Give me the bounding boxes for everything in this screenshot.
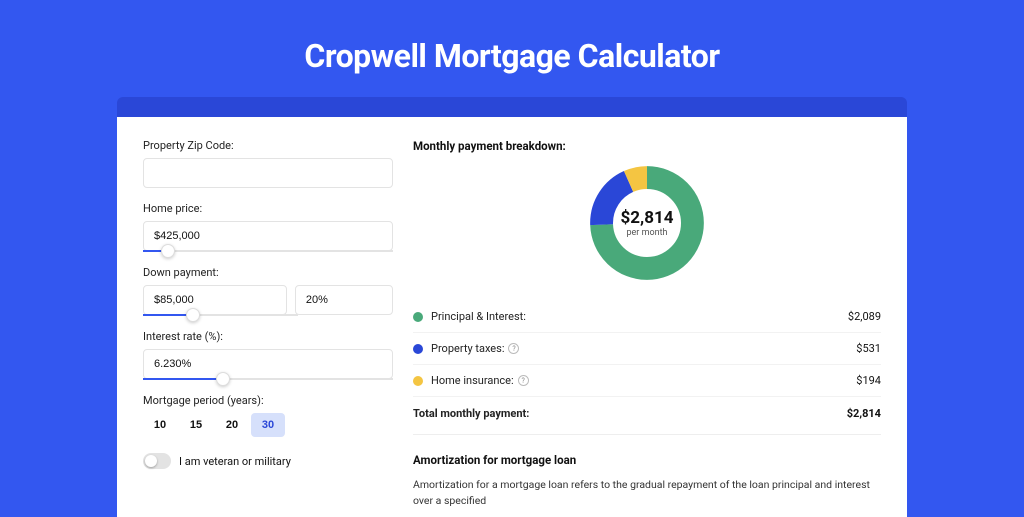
card-top-accent [117,97,907,117]
home-price-slider[interactable] [143,250,393,252]
interest-rate-label: Interest rate (%): [143,330,393,343]
interest-rate-slider[interactable] [143,378,393,380]
down-payment-percent-input[interactable] [295,285,393,315]
legend-dot-insurance [413,376,423,386]
amortization-section: Amortization for mortgage loan Amortizat… [413,453,881,509]
inputs-column: Property Zip Code: Home price: Down paym… [143,139,393,517]
zip-label: Property Zip Code: [143,139,393,152]
legend-value-principal: $2,089 [848,310,881,323]
down-payment-field: Down payment: [143,266,393,316]
interest-rate-slider-fill [143,378,223,380]
donut-sub: per month [626,228,667,238]
breakdown-title: Monthly payment breakdown: [413,139,881,153]
zip-input[interactable] [143,158,393,188]
veteran-toggle-knob [145,455,157,467]
down-payment-amount-input[interactable] [143,285,287,315]
period-label: Mortgage period (years): [143,394,393,407]
legend-value-taxes: $531 [856,342,881,355]
down-payment-slider-thumb[interactable] [186,308,200,322]
period-btn-30[interactable]: 30 [251,413,285,437]
amortization-title: Amortization for mortgage loan [413,453,881,467]
legend-row-principal: Principal & Interest: $2,089 [413,301,881,333]
period-btn-15[interactable]: 15 [179,413,213,437]
veteran-row: I am veteran or military [143,453,393,469]
amortization-text: Amortization for a mortgage loan refers … [413,477,881,509]
period-buttons: 10 15 20 30 [143,413,393,437]
zip-field: Property Zip Code: [143,139,393,188]
total-row: Total monthly payment: $2,814 [413,397,881,435]
donut-amount: $2,814 [621,208,674,228]
legend-label-insurance: Home insurance: ? [431,374,856,387]
period-field: Mortgage period (years): 10 15 20 30 [143,394,393,437]
donut-chart: $2,814 per month [587,163,707,283]
page-title: Cropwell Mortgage Calculator [0,0,1024,97]
down-payment-slider[interactable] [143,314,298,316]
total-label: Total monthly payment: [413,407,847,420]
home-price-label: Home price: [143,202,393,215]
interest-rate-input[interactable] [143,349,393,379]
veteran-toggle[interactable] [143,453,171,469]
legend-row-taxes: Property taxes: ? $531 [413,333,881,365]
donut-center: $2,814 per month [587,163,707,283]
home-price-field: Home price: [143,202,393,252]
legend-label-principal: Principal & Interest: [431,310,848,323]
down-payment-label: Down payment: [143,266,393,279]
legend-dot-principal [413,312,423,322]
calculator-card: Property Zip Code: Home price: Down paym… [117,117,907,517]
legend-label-taxes-text: Property taxes: [431,342,504,355]
period-btn-10[interactable]: 10 [143,413,177,437]
legend-dot-taxes [413,344,423,354]
interest-rate-field: Interest rate (%): [143,330,393,380]
info-icon[interactable]: ? [518,375,529,386]
legend-value-insurance: $194 [856,374,881,387]
home-price-slider-thumb[interactable] [161,244,175,258]
breakdown-column: Monthly payment breakdown: $2,814 per mo… [393,139,881,517]
legend-row-insurance: Home insurance: ? $194 [413,365,881,397]
period-btn-20[interactable]: 20 [215,413,249,437]
info-icon[interactable]: ? [508,343,519,354]
total-value: $2,814 [847,407,881,420]
veteran-label: I am veteran or military [179,455,291,468]
legend-label-insurance-text: Home insurance: [431,374,514,387]
legend-label-principal-text: Principal & Interest: [431,310,526,323]
home-price-input[interactable] [143,221,393,251]
interest-rate-slider-thumb[interactable] [216,372,230,386]
legend-label-taxes: Property taxes: ? [431,342,856,355]
donut-chart-wrap: $2,814 per month [413,163,881,283]
